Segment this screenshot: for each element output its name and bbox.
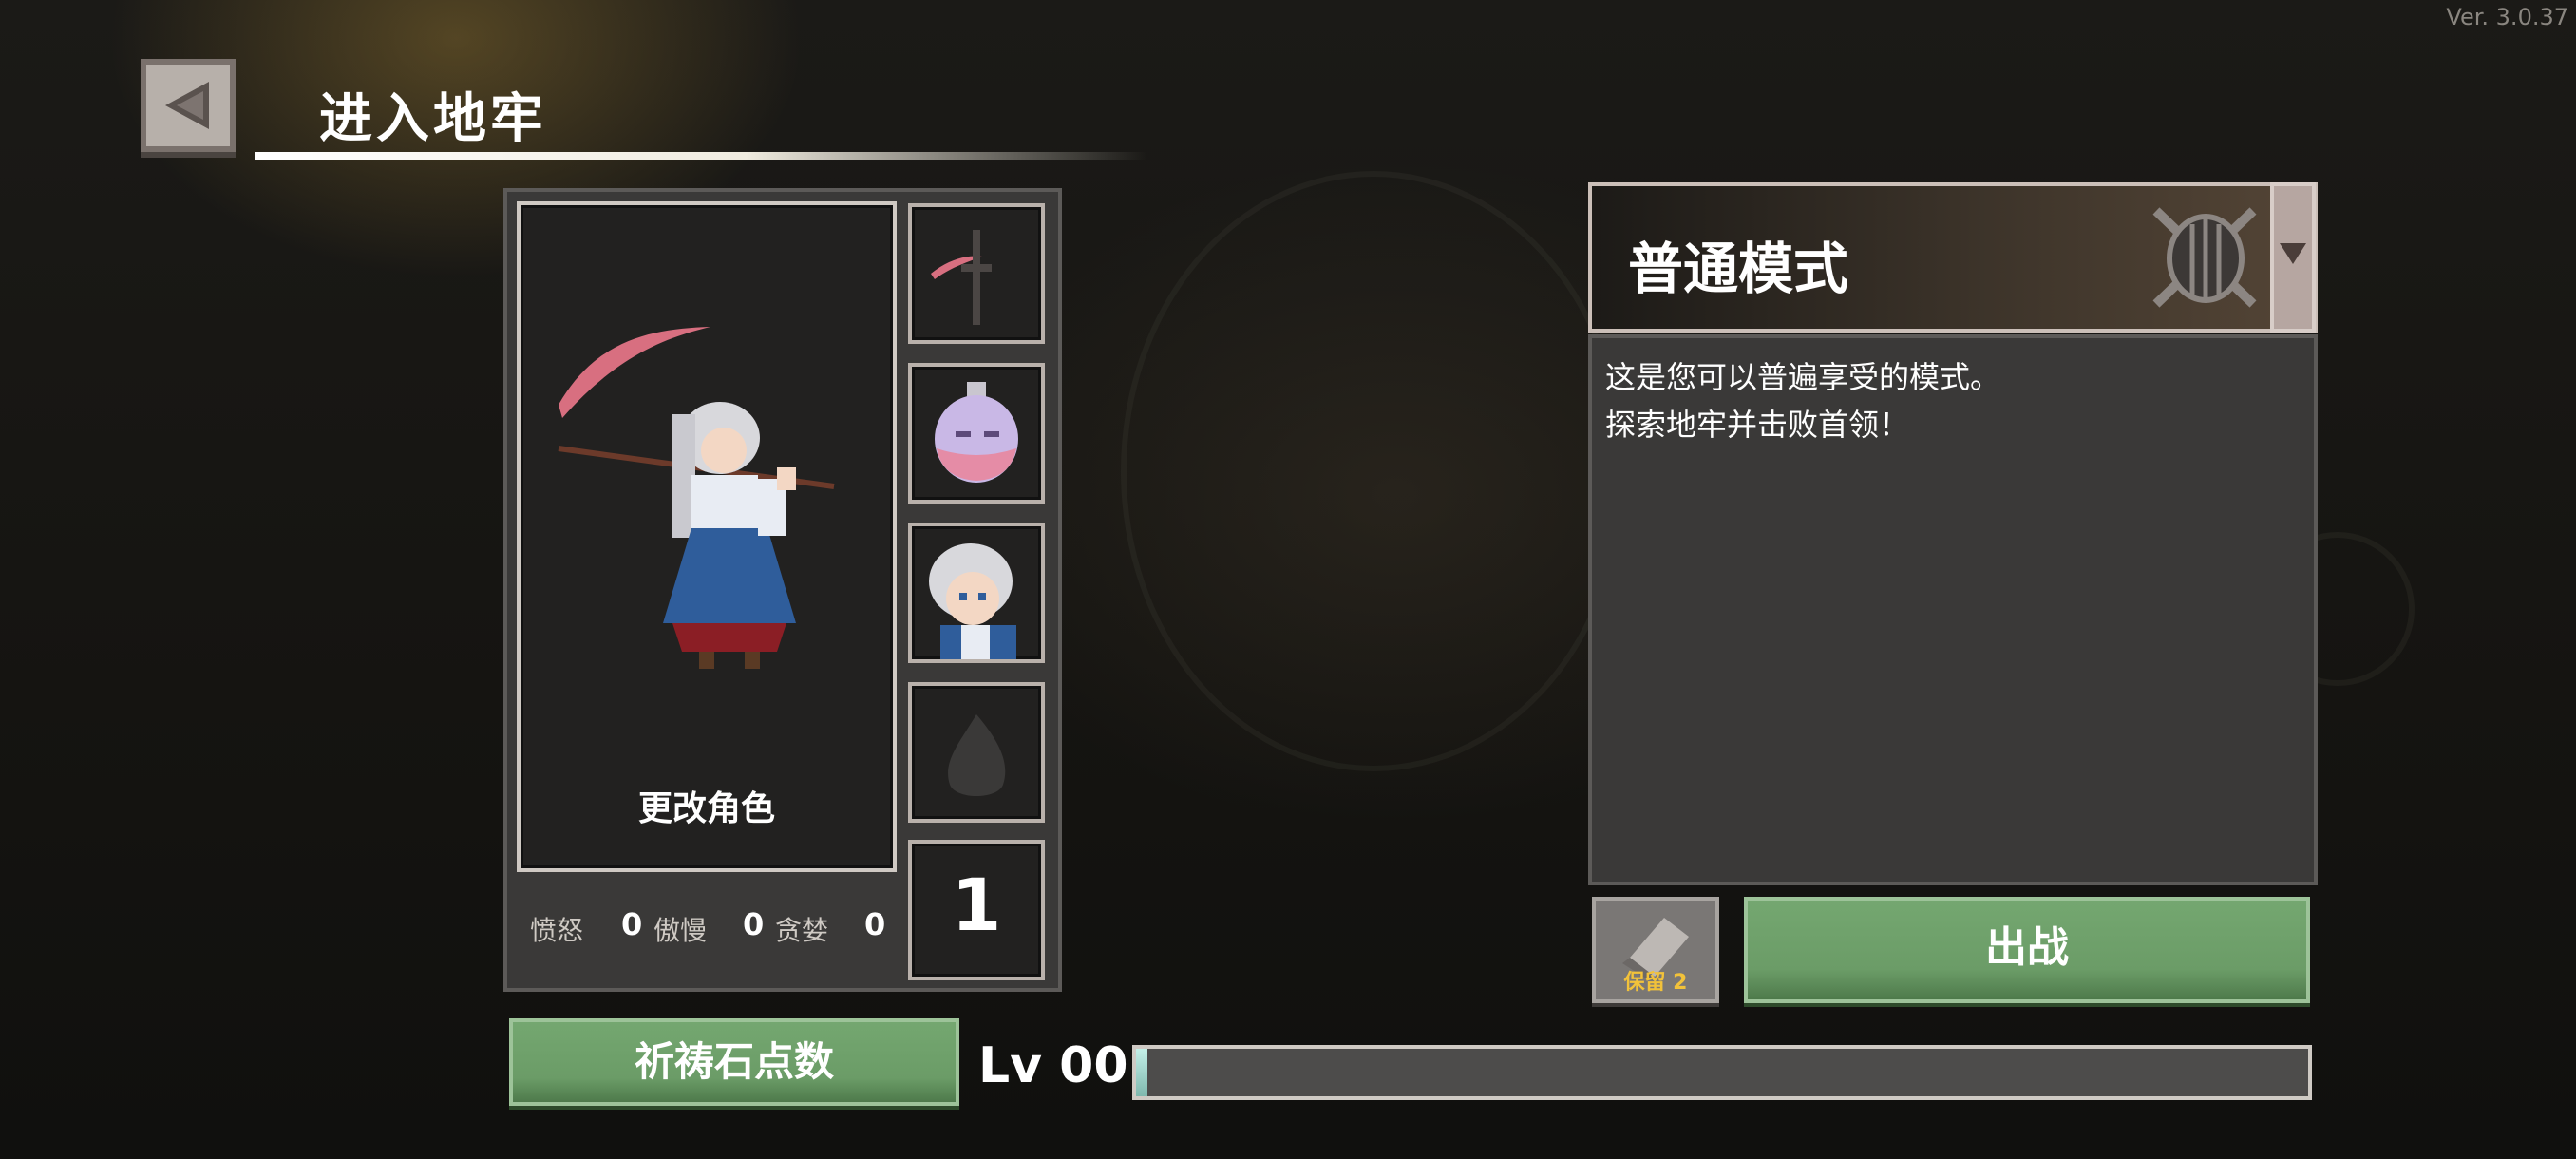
go-battle-button[interactable]: 出战 xyxy=(1744,897,2310,1003)
chevron-down-icon xyxy=(2280,243,2306,264)
level-progress-bar xyxy=(1132,1045,2312,1100)
count-slot: 1 xyxy=(908,840,1045,980)
scythe-weapon-icon xyxy=(931,230,992,325)
change-character-label: 更改角色 xyxy=(637,789,775,828)
sin-label-wrath: 愤怒 xyxy=(530,915,584,946)
locked-flame-icon xyxy=(948,714,1006,796)
count-value: 1 xyxy=(951,863,1002,947)
character-sprite-icon xyxy=(558,327,835,669)
sin-value-wrath: 0 xyxy=(621,906,643,942)
sin-value-greed: 0 xyxy=(864,906,886,942)
keep-label: 保留 2 xyxy=(1623,971,1688,995)
keep-button[interactable]: 保留 2 xyxy=(1592,897,1719,1003)
page-title: 进入地牢 xyxy=(319,88,547,150)
sin-value-pride: 0 xyxy=(743,906,765,942)
sin-label-greed: 贪婪 xyxy=(775,915,829,946)
mode-selector[interactable]: 普通模式 xyxy=(1588,182,2318,332)
title-underline xyxy=(255,152,1147,160)
potion-slot[interactable] xyxy=(908,363,1045,504)
potion-icon xyxy=(935,382,1018,483)
mode-description-line1: 这是您可以普遍享受的模式。 xyxy=(1605,359,2001,395)
character-portrait-icon xyxy=(929,543,1016,659)
mode-dropdown-button[interactable] xyxy=(2270,182,2316,332)
back-arrow-icon xyxy=(165,82,209,129)
version-label: Ver. 3.0.37 xyxy=(2446,4,2568,30)
shield-swords-icon xyxy=(2152,207,2257,308)
back-button[interactable] xyxy=(141,59,236,152)
character-card[interactable]: 更改角色 xyxy=(517,201,897,872)
prayer-stone-button[interactable]: 祈祷石点数 xyxy=(509,1018,959,1106)
locked-slot[interactable] xyxy=(908,682,1045,823)
background-ring xyxy=(1121,171,1626,771)
level-label: Lv 00 xyxy=(978,1037,1128,1094)
sin-stats: 愤怒 0 傲慢 0 贪婪 0 xyxy=(530,906,891,948)
level-progress-fill xyxy=(1136,1049,1148,1096)
weapon-slot[interactable] xyxy=(908,203,1045,344)
sin-label-pride: 傲慢 xyxy=(653,915,708,946)
portrait-slot[interactable] xyxy=(908,522,1045,663)
mode-title: 普通模式 xyxy=(1628,237,1849,301)
mode-description: 这是您可以普遍享受的模式。 探索地牢并击败首领！ xyxy=(1588,334,2318,885)
mode-description-line2: 探索地牢并击败首领！ xyxy=(1605,407,1910,443)
